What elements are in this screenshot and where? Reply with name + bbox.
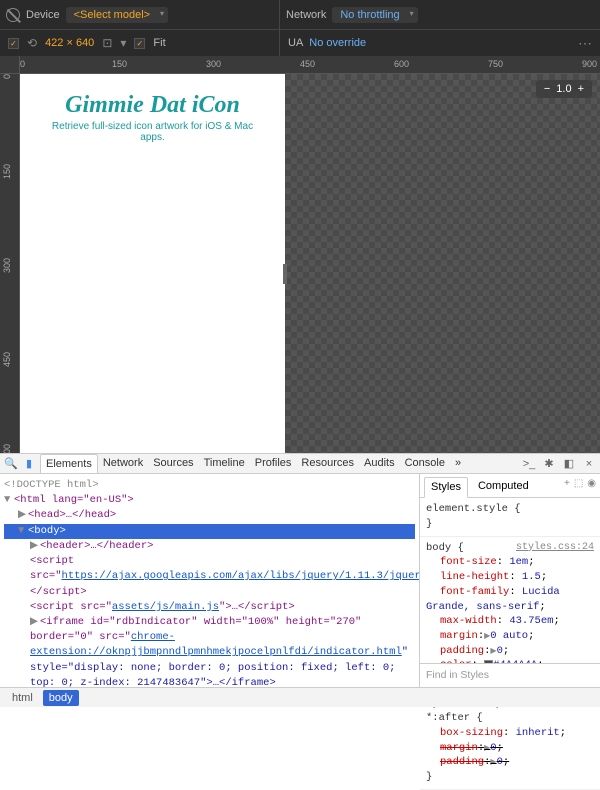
tab-elements[interactable]: Elements bbox=[40, 454, 98, 473]
tab-audits[interactable]: Audits bbox=[359, 454, 400, 473]
zoom-out[interactable]: − bbox=[544, 83, 550, 95]
site-title: Gimmie Dat iCon bbox=[20, 74, 285, 119]
block-icon[interactable] bbox=[6, 8, 20, 22]
device-frame[interactable]: Gimmie Dat iCon Retrieve full-sized icon… bbox=[20, 74, 285, 453]
dimensions: 422 × 640 bbox=[45, 37, 94, 49]
site-subtitle: Retrieve full-sized icon artwork for iOS… bbox=[20, 119, 285, 145]
tab-resources[interactable]: Resources bbox=[296, 454, 359, 473]
viewport: Gimmie Dat iCon Retrieve full-sized icon… bbox=[20, 74, 600, 453]
new-rule-icon[interactable]: + bbox=[564, 477, 570, 497]
dpr-icon[interactable]: ⊡ bbox=[102, 36, 112, 50]
styles-panel: Styles Computed + ⬚ ◉ element.style { } … bbox=[420, 474, 600, 687]
computed-tab[interactable]: Computed bbox=[472, 477, 535, 497]
devtools-body: <!DOCTYPE html> ▼<html lang="en-US"> ▶<h… bbox=[0, 474, 600, 687]
network-label: Network bbox=[286, 9, 326, 21]
viewport-overflow bbox=[285, 74, 600, 453]
tab-profiles[interactable]: Profiles bbox=[250, 454, 297, 473]
breadcrumb-body[interactable]: body bbox=[43, 690, 79, 706]
zoom-control: − 1.0 + bbox=[536, 80, 592, 98]
ruler-corner bbox=[0, 56, 20, 74]
device-toolbar: Device <Select model> Network No throttl… bbox=[0, 0, 600, 30]
resize-grip[interactable] bbox=[283, 264, 287, 284]
more-icon[interactable]: ⋯ bbox=[578, 35, 592, 52]
close-icon[interactable]: × bbox=[582, 457, 596, 471]
inspect-icon[interactable]: 🔍 bbox=[4, 457, 18, 471]
dom-tree[interactable]: <!DOCTYPE html> ▼<html lang="en-US"> ▶<h… bbox=[0, 474, 420, 687]
dock-icon[interactable]: ◧ bbox=[562, 457, 576, 471]
find-in-styles[interactable]: Find in Styles bbox=[420, 663, 600, 687]
network-dropdown[interactable]: No throttling bbox=[332, 7, 417, 23]
zoom-in[interactable]: + bbox=[578, 83, 584, 95]
breadcrumb: html body bbox=[0, 687, 600, 707]
settings-icon[interactable]: ✱ bbox=[542, 457, 556, 471]
universal-style-block[interactable]: styles.css:10 *, *:before, *:after { box… bbox=[420, 693, 600, 790]
device-mode-icon[interactable]: ▮ bbox=[22, 457, 36, 471]
fit-label: Fit bbox=[153, 37, 165, 49]
element-style-block[interactable]: element.style { } bbox=[420, 498, 600, 536]
checkbox-1[interactable]: ✓ bbox=[8, 38, 19, 49]
tab-more[interactable]: » bbox=[450, 454, 466, 473]
device-dropdown[interactable]: <Select model> bbox=[66, 7, 168, 23]
tab-console[interactable]: Console bbox=[400, 454, 450, 473]
drawer-icon[interactable]: >_ bbox=[522, 457, 536, 471]
rotate-icon[interactable]: ⟲ bbox=[27, 36, 37, 50]
device-label: Device bbox=[26, 9, 60, 21]
device-subbar: ✓ ⟲ 422 × 640 ⊡ ▾ ✓ Fit UA No override ⋯ bbox=[0, 30, 600, 56]
media-icon[interactable]: ▾ bbox=[120, 36, 126, 50]
breadcrumb-html[interactable]: html bbox=[6, 690, 39, 706]
ruler-horizontal: 0 150 300 450 600 750 900 bbox=[20, 56, 600, 74]
tab-network[interactable]: Network bbox=[98, 454, 148, 473]
fit-checkbox[interactable]: ✓ bbox=[134, 38, 145, 49]
ruler-vertical: 0 150 300 450 600 bbox=[0, 74, 20, 453]
ua-label: UA bbox=[288, 37, 303, 49]
tab-timeline[interactable]: Timeline bbox=[199, 454, 250, 473]
styles-tab[interactable]: Styles bbox=[424, 477, 468, 498]
devtools-tabbar: 🔍 ▮ Elements Network Sources Timeline Pr… bbox=[0, 453, 600, 474]
tab-sources[interactable]: Sources bbox=[148, 454, 198, 473]
toggle-state-icon[interactable]: ⬚ bbox=[574, 477, 583, 497]
zoom-value: 1.0 bbox=[556, 83, 571, 95]
animation-icon[interactable]: ◉ bbox=[587, 477, 596, 497]
ua-value[interactable]: No override bbox=[309, 37, 366, 49]
